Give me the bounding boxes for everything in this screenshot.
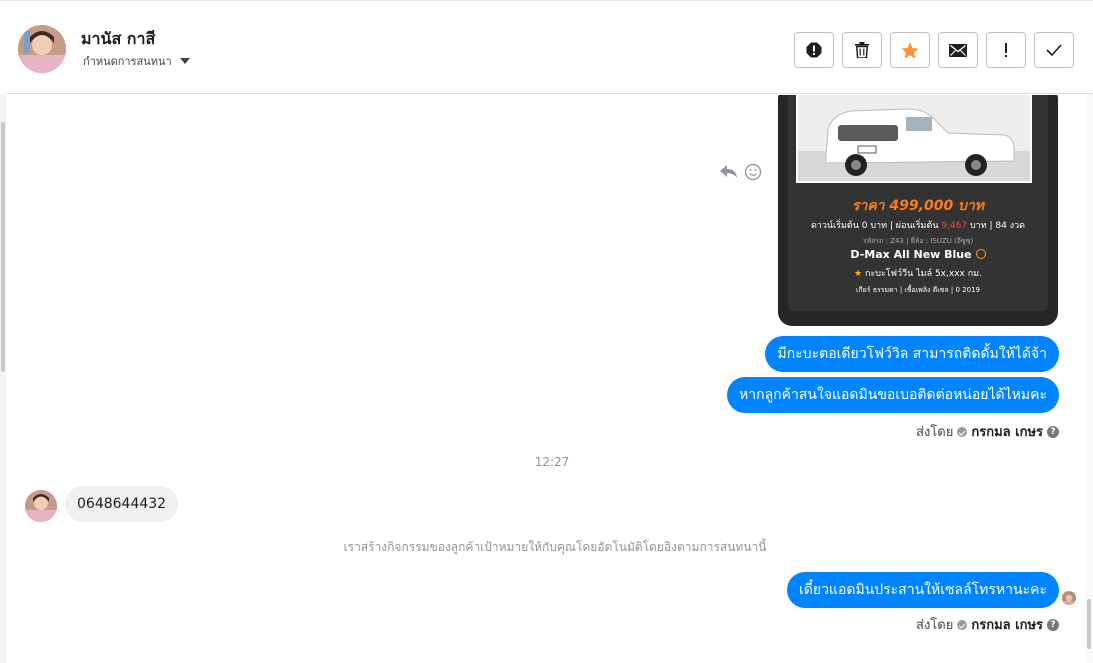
sent-by-row: ส่งโดย กรกมล เกษร ? (916, 421, 1059, 442)
follow-up-button[interactable] (986, 32, 1026, 68)
installment-terms: บาท | 84 งวด (967, 221, 1026, 231)
message-bubble-outgoing[interactable]: เดี๋ยวแอดมินประสานให้เซลล์โทรหานะคะ (786, 572, 1059, 608)
star-icon (901, 42, 919, 58)
mark-spam-icon (806, 42, 822, 58)
verified-check-icon (975, 249, 986, 259)
emoji-reaction-icon[interactable] (744, 163, 762, 181)
reply-icon[interactable] (720, 165, 738, 179)
message-hover-actions (720, 163, 762, 181)
car-payment-line: ดาวน์เริ่มต้น 0 บาท | ผ่อนเริ่มต้น 9,467… (788, 218, 1048, 232)
check-icon (1046, 44, 1062, 56)
car-model: D-Max All New Blue (788, 248, 1048, 261)
car-feature-text: กะบะโฟว์วีน ไมล์ 5x,xxx กม. (864, 269, 982, 279)
help-icon[interactable]: ? (1047, 618, 1059, 631)
messenger-conversation: มานัส กาสี กำหนดการสนทนา ราคา 499,000 บา… (0, 0, 1093, 663)
conversation-header: มานัส กาสี กำหนดการสนทนา (6, 1, 1093, 94)
agent-name[interactable]: กรกมล เกษร (971, 614, 1043, 635)
car-feature: ★ กะบะโฟว์วีน ไมล์ 5x,xxx กม. (788, 266, 1048, 280)
sent-by-row: ส่งโดย กรกมล เกษร ? (916, 614, 1059, 635)
envelope-icon (949, 43, 967, 57)
message-bubble-outgoing[interactable]: มีกะบะตอเดียวโฟว์วิล สามารถติดดั้มให้ได้… (765, 336, 1059, 372)
contact-avatar[interactable] (18, 25, 66, 73)
pickup-truck-photo (796, 95, 1032, 183)
installment-amount: 9,467 (941, 221, 968, 231)
sent-by-label: ส่งโดย (916, 425, 954, 440)
caret-down-icon (179, 58, 190, 64)
sent-by-label: ส่งโดย (916, 618, 954, 633)
contact-name: มานัส กาสี (81, 29, 156, 48)
message-list: ราคา 499,000 บาท ดาวน์เริ่มต้น 0 บาท | ผ… (6, 95, 1085, 663)
mark-spam-button[interactable] (794, 32, 834, 68)
header-actions (794, 32, 1074, 68)
right-scrollbar[interactable] (1085, 94, 1093, 663)
conversation-settings-dropdown[interactable]: กำหนดการสนทนา (83, 52, 190, 70)
car-model-name: D-Max All New Blue (850, 248, 972, 261)
read-receipt-avatar (1062, 591, 1076, 605)
exclamation-icon (1005, 43, 1007, 57)
conversation-settings-label: กำหนดการสนทนา (83, 55, 172, 68)
message-bubble-outgoing[interactable]: หากลูกค้าสนใจแอดมินขอเบอติดต่อหน่อยได้ไห… (727, 377, 1059, 413)
agent-name[interactable]: กรกมล เกษร (971, 421, 1043, 442)
car-details: รหัสรถ : Z43 | ยี่ห้อ : ISUZU (อีซูซุ) (862, 237, 974, 245)
system-notice: เราสร้างกิจกรรมของลูกค้าเป้าหมายให้กับคุ… (343, 540, 767, 554)
mark-unread-button[interactable] (938, 32, 978, 68)
verified-badge-icon (957, 619, 968, 630)
star-button[interactable] (890, 32, 930, 68)
help-icon[interactable]: ? (1047, 425, 1059, 438)
delete-button[interactable] (842, 32, 882, 68)
car-specs: เกียร์ ธรรมดา | เชื้อเพลิง ดีเซล | 0 201… (856, 286, 980, 294)
car-listing-image[interactable]: ราคา 499,000 บาท ดาวน์เริ่มต้น 0 บาท | ผ… (778, 95, 1058, 326)
contact-avatar-small[interactable] (25, 490, 57, 522)
message-timestamp: 12:27 (534, 455, 570, 469)
verified-badge-icon (957, 426, 968, 437)
star-icon: ★ (854, 269, 863, 279)
message-bubble-incoming[interactable]: 0648644432 (65, 486, 179, 522)
trash-icon (855, 42, 869, 58)
car-price: ราคา 499,000 บาท (851, 198, 985, 214)
down-payment-text: ดาวน์เริ่มต้น 0 บาท | ผ่อนเริ่มต้น (810, 221, 942, 231)
mark-done-button[interactable] (1034, 32, 1074, 68)
